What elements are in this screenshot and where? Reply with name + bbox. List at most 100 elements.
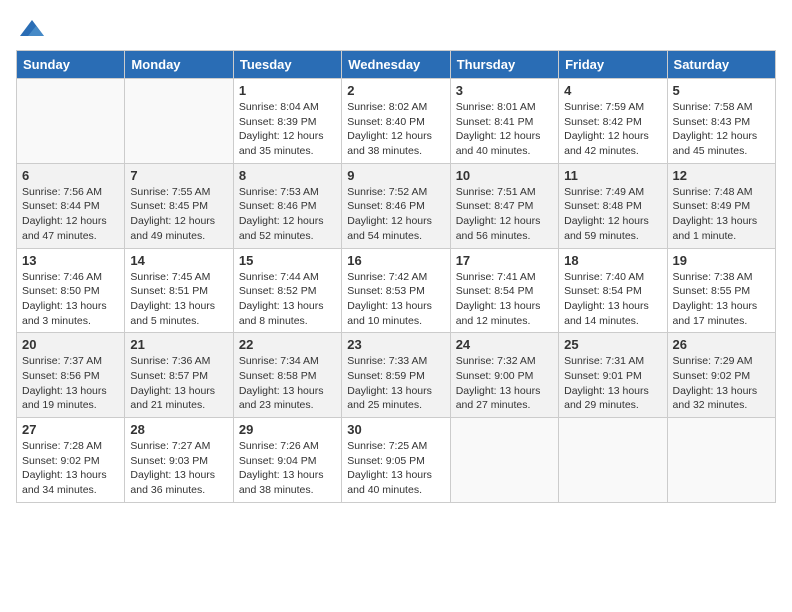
day-info: Sunrise: 7:48 AM Sunset: 8:49 PM Dayligh…: [673, 185, 770, 244]
day-info: Sunrise: 7:58 AM Sunset: 8:43 PM Dayligh…: [673, 100, 770, 159]
day-number: 16: [347, 253, 444, 268]
calendar-cell: 24 Sunrise: 7:32 AM Sunset: 9:00 PM Dayli…: [450, 333, 558, 418]
header-wednesday: Wednesday: [342, 51, 450, 79]
day-number: 30: [347, 422, 444, 437]
calendar-cell: 13 Sunrise: 7:46 AM Sunset: 8:50 PM Dayli…: [17, 248, 125, 333]
calendar-cell: 16 Sunrise: 7:42 AM Sunset: 8:53 PM Dayli…: [342, 248, 450, 333]
day-number: 21: [130, 337, 227, 352]
week-row-3: 13 Sunrise: 7:46 AM Sunset: 8:50 PM Dayli…: [17, 248, 776, 333]
day-info: Sunrise: 7:36 AM Sunset: 8:57 PM Dayligh…: [130, 354, 227, 413]
day-info: Sunrise: 8:02 AM Sunset: 8:40 PM Dayligh…: [347, 100, 444, 159]
week-row-2: 6 Sunrise: 7:56 AM Sunset: 8:44 PM Daylig…: [17, 163, 776, 248]
day-info: Sunrise: 7:56 AM Sunset: 8:44 PM Dayligh…: [22, 185, 119, 244]
day-number: 29: [239, 422, 336, 437]
day-number: 1: [239, 83, 336, 98]
day-info: Sunrise: 8:04 AM Sunset: 8:39 PM Dayligh…: [239, 100, 336, 159]
calendar-cell: 4 Sunrise: 7:59 AM Sunset: 8:42 PM Daylig…: [559, 79, 667, 164]
day-number: 6: [22, 168, 119, 183]
day-info: Sunrise: 7:34 AM Sunset: 8:58 PM Dayligh…: [239, 354, 336, 413]
calendar-cell: 2 Sunrise: 8:02 AM Sunset: 8:40 PM Daylig…: [342, 79, 450, 164]
day-number: 20: [22, 337, 119, 352]
header-saturday: Saturday: [667, 51, 775, 79]
day-info: Sunrise: 7:29 AM Sunset: 9:02 PM Dayligh…: [673, 354, 770, 413]
day-number: 15: [239, 253, 336, 268]
day-info: Sunrise: 7:28 AM Sunset: 9:02 PM Dayligh…: [22, 439, 119, 498]
calendar-table: SundayMondayTuesdayWednesdayThursdayFrid…: [16, 50, 776, 503]
day-info: Sunrise: 7:42 AM Sunset: 8:53 PM Dayligh…: [347, 270, 444, 329]
day-info: Sunrise: 7:45 AM Sunset: 8:51 PM Dayligh…: [130, 270, 227, 329]
day-info: Sunrise: 7:46 AM Sunset: 8:50 PM Dayligh…: [22, 270, 119, 329]
day-info: Sunrise: 7:41 AM Sunset: 8:54 PM Dayligh…: [456, 270, 553, 329]
day-info: Sunrise: 7:59 AM Sunset: 8:42 PM Dayligh…: [564, 100, 661, 159]
day-number: 4: [564, 83, 661, 98]
calendar-cell: 30 Sunrise: 7:25 AM Sunset: 9:05 PM Dayli…: [342, 418, 450, 503]
day-info: Sunrise: 7:26 AM Sunset: 9:04 PM Dayligh…: [239, 439, 336, 498]
page-header: [16, 16, 776, 44]
calendar-cell: 1 Sunrise: 8:04 AM Sunset: 8:39 PM Daylig…: [233, 79, 341, 164]
day-number: 13: [22, 253, 119, 268]
calendar-cell: 6 Sunrise: 7:56 AM Sunset: 8:44 PM Daylig…: [17, 163, 125, 248]
day-info: Sunrise: 7:27 AM Sunset: 9:03 PM Dayligh…: [130, 439, 227, 498]
week-row-4: 20 Sunrise: 7:37 AM Sunset: 8:56 PM Dayli…: [17, 333, 776, 418]
day-number: 2: [347, 83, 444, 98]
calendar-cell: 28Sunrise: 7:27 AM Sunset: 9:03 PM Dayli…: [125, 418, 233, 503]
calendar-cell: 15 Sunrise: 7:44 AM Sunset: 8:52 PM Dayli…: [233, 248, 341, 333]
day-number: 17: [456, 253, 553, 268]
calendar-cell: 17 Sunrise: 7:41 AM Sunset: 8:54 PM Dayli…: [450, 248, 558, 333]
calendar-cell: [17, 79, 125, 164]
day-number: 22: [239, 337, 336, 352]
day-info: Sunrise: 7:49 AM Sunset: 8:48 PM Dayligh…: [564, 185, 661, 244]
day-info: Sunrise: 8:01 AM Sunset: 8:41 PM Dayligh…: [456, 100, 553, 159]
day-number: 27: [22, 422, 119, 437]
calendar-cell: 21 Sunrise: 7:36 AM Sunset: 8:57 PM Dayli…: [125, 333, 233, 418]
day-number: 24: [456, 337, 553, 352]
day-info: Sunrise: 7:37 AM Sunset: 8:56 PM Dayligh…: [22, 354, 119, 413]
day-info: Sunrise: 7:51 AM Sunset: 8:47 PM Dayligh…: [456, 185, 553, 244]
header-sunday: Sunday: [17, 51, 125, 79]
day-info: Sunrise: 7:38 AM Sunset: 8:55 PM Dayligh…: [673, 270, 770, 329]
day-info: Sunrise: 7:55 AM Sunset: 8:45 PM Dayligh…: [130, 185, 227, 244]
calendar-cell: [125, 79, 233, 164]
header-tuesday: Tuesday: [233, 51, 341, 79]
calendar-cell: 27 Sunrise: 7:28 AM Sunset: 9:02 PM Dayli…: [17, 418, 125, 503]
day-info: Sunrise: 7:44 AM Sunset: 8:52 PM Dayligh…: [239, 270, 336, 329]
header-monday: Monday: [125, 51, 233, 79]
day-info: Sunrise: 7:40 AM Sunset: 8:54 PM Dayligh…: [564, 270, 661, 329]
day-number: 11: [564, 168, 661, 183]
week-row-1: 1 Sunrise: 8:04 AM Sunset: 8:39 PM Daylig…: [17, 79, 776, 164]
calendar-header-row: SundayMondayTuesdayWednesdayThursdayFrid…: [17, 51, 776, 79]
header-friday: Friday: [559, 51, 667, 79]
day-info: Sunrise: 7:31 AM Sunset: 9:01 PM Dayligh…: [564, 354, 661, 413]
calendar-cell: 19 Sunrise: 7:38 AM Sunset: 8:55 PM Dayli…: [667, 248, 775, 333]
calendar-cell: 7 Sunrise: 7:55 AM Sunset: 8:45 PM Daylig…: [125, 163, 233, 248]
logo-icon: [18, 16, 46, 44]
calendar-cell: 8 Sunrise: 7:53 AM Sunset: 8:46 PM Daylig…: [233, 163, 341, 248]
calendar-cell: 9 Sunrise: 7:52 AM Sunset: 8:46 PM Daylig…: [342, 163, 450, 248]
day-info: Sunrise: 7:33 AM Sunset: 8:59 PM Dayligh…: [347, 354, 444, 413]
calendar-cell: 12Sunrise: 7:48 AM Sunset: 8:49 PM Dayli…: [667, 163, 775, 248]
day-info: Sunrise: 7:52 AM Sunset: 8:46 PM Dayligh…: [347, 185, 444, 244]
calendar-cell: 26Sunrise: 7:29 AM Sunset: 9:02 PM Dayli…: [667, 333, 775, 418]
day-info: Sunrise: 7:32 AM Sunset: 9:00 PM Dayligh…: [456, 354, 553, 413]
day-number: 9: [347, 168, 444, 183]
calendar-cell: 3 Sunrise: 8:01 AM Sunset: 8:41 PM Daylig…: [450, 79, 558, 164]
day-number: 18: [564, 253, 661, 268]
day-info: Sunrise: 7:25 AM Sunset: 9:05 PM Dayligh…: [347, 439, 444, 498]
day-number: 7: [130, 168, 227, 183]
calendar-cell: 29 Sunrise: 7:26 AM Sunset: 9:04 PM Dayli…: [233, 418, 341, 503]
header-thursday: Thursday: [450, 51, 558, 79]
day-number: 25: [564, 337, 661, 352]
calendar-cell: 14Sunrise: 7:45 AM Sunset: 8:51 PM Dayli…: [125, 248, 233, 333]
day-number: 3: [456, 83, 553, 98]
day-number: 5: [673, 83, 770, 98]
calendar-cell: 25 Sunrise: 7:31 AM Sunset: 9:01 PM Dayli…: [559, 333, 667, 418]
day-number: 8: [239, 168, 336, 183]
calendar-cell: 5 Sunrise: 7:58 AM Sunset: 8:43 PM Daylig…: [667, 79, 775, 164]
day-number: 19: [673, 253, 770, 268]
calendar-cell: [450, 418, 558, 503]
day-number: 23: [347, 337, 444, 352]
day-info: Sunrise: 7:53 AM Sunset: 8:46 PM Dayligh…: [239, 185, 336, 244]
calendar-cell: 11 Sunrise: 7:49 AM Sunset: 8:48 PM Dayli…: [559, 163, 667, 248]
calendar-cell: 18 Sunrise: 7:40 AM Sunset: 8:54 PM Dayli…: [559, 248, 667, 333]
day-number: 10: [456, 168, 553, 183]
